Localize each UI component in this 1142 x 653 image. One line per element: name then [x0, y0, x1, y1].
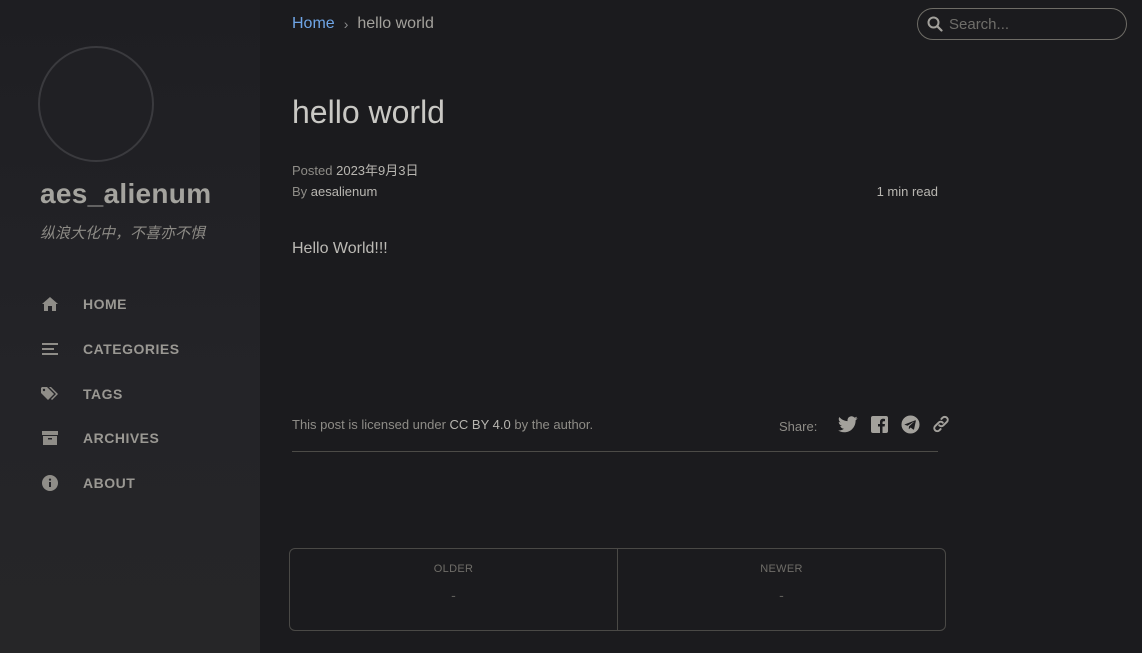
breadcrumb-current: hello world: [357, 15, 434, 32]
post-author-line: By aesalienum: [292, 184, 377, 199]
search-input[interactable]: [947, 13, 1117, 35]
sidebar-item-tags[interactable]: TAGS: [0, 374, 260, 414]
facebook-icon[interactable]: [869, 414, 889, 434]
share-label: Share:: [779, 418, 818, 434]
post-content: Hello World!!!: [292, 240, 388, 257]
sidebar-item-label: ARCHIVES: [83, 430, 160, 446]
license-link[interactable]: CC BY 4.0: [450, 417, 511, 432]
sidebar-item-label: CATEGORIES: [83, 341, 180, 357]
license-prefix: This post is licensed under: [292, 417, 446, 432]
newer-post-button[interactable]: NEWER -: [617, 549, 945, 630]
twitter-icon[interactable]: [838, 414, 858, 434]
newer-title: -: [779, 587, 784, 603]
avatar[interactable]: [38, 46, 154, 162]
list-icon: [40, 339, 60, 359]
tags-icon: [40, 384, 60, 404]
sidebar-item-label: ABOUT: [83, 475, 136, 491]
read-time-text: 1 min read: [876, 184, 938, 199]
search-box[interactable]: [917, 8, 1127, 40]
breadcrumb-separator: ›: [343, 16, 349, 32]
search-icon: [927, 16, 943, 32]
sidebar-item-about[interactable]: ABOUT: [0, 463, 260, 503]
sidebar: aes_alienum 纵浪大化中，不喜亦不惧 HOME CATEGORIES …: [0, 0, 260, 653]
post-divider: [292, 451, 938, 452]
license-suffix: by the author.: [514, 417, 594, 432]
archive-icon: [40, 428, 60, 448]
breadcrumb: Home › hello world: [292, 15, 434, 33]
by-label: By: [292, 184, 308, 199]
post-author[interactable]: aesalienum: [311, 184, 378, 199]
home-icon: [40, 294, 60, 314]
posted-date[interactable]: 2023年9月3日: [336, 163, 418, 178]
info-icon: [40, 473, 60, 493]
link-icon[interactable]: [931, 414, 951, 434]
sidebar-item-archives[interactable]: ARCHIVES: [0, 418, 260, 458]
older-label: OLDER: [433, 563, 474, 575]
older-post-button[interactable]: OLDER -: [290, 549, 617, 630]
sidebar-item-home[interactable]: HOME: [0, 284, 260, 324]
breadcrumb-home-link[interactable]: Home: [292, 15, 335, 33]
post-date-line: Posted 2023年9月3日: [292, 160, 419, 179]
sidebar-item-label: HOME: [83, 296, 127, 312]
posted-label: Posted: [292, 163, 333, 178]
sidebar-item-label: TAGS: [83, 386, 123, 402]
share-bar: Share:: [779, 414, 951, 434]
telegram-icon[interactable]: [900, 414, 920, 434]
license-text: This post is licensed under CC BY 4.0 by…: [292, 417, 593, 432]
sidebar-item-categories[interactable]: CATEGORIES: [0, 329, 260, 369]
site-title[interactable]: aes_alienum: [40, 178, 211, 210]
site-subtitle: 纵浪大化中，不喜亦不惧: [40, 225, 206, 242]
newer-label: NEWER: [760, 563, 803, 575]
read-time: 1 min read: [877, 184, 938, 199]
post-navigation: OLDER - NEWER -: [289, 548, 946, 631]
older-title: -: [451, 587, 456, 603]
post-title: hello world: [292, 94, 445, 130]
